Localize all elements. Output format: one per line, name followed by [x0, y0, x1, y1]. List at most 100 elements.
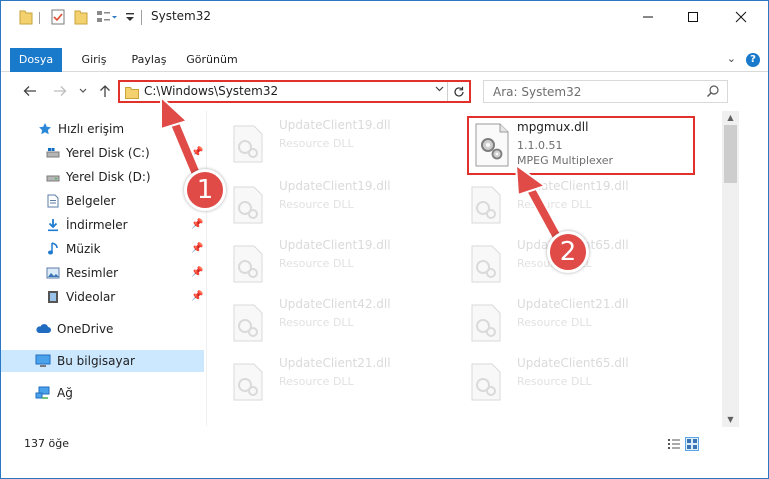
tab-share[interactable]: Paylaş	[123, 48, 175, 72]
file-name: mpgmux.dll	[517, 120, 589, 134]
view-options-icon[interactable]	[96, 9, 118, 27]
pane-divider[interactable]	[206, 111, 207, 426]
video-icon	[45, 289, 61, 305]
back-button[interactable]	[20, 81, 40, 101]
computer-icon	[35, 353, 51, 369]
minimize-icon	[643, 16, 653, 18]
sidebar-item-quick-access[interactable]: Hızlı erişim	[1, 118, 204, 140]
title-bar: System32	[1, 1, 768, 33]
dll-file-icon	[469, 245, 503, 286]
maximize-button[interactable]	[670, 1, 716, 33]
sidebar-item-local-disk-d[interactable]: Yerel Disk (D:)	[1, 166, 204, 188]
ribbon-tabs: Dosya Giriş Paylaş Görünüm ⌄ ?	[1, 48, 768, 72]
list-item[interactable]: UpdateClient19.dll Resource DLL	[221, 116, 451, 174]
folder-icon[interactable]	[19, 9, 33, 27]
new-folder-icon[interactable]	[74, 9, 88, 27]
sidebar-item-label: İndirmeler	[66, 218, 128, 232]
dll-file-icon	[231, 186, 265, 227]
sidebar-item-pictures[interactable]: Resimler 📌	[1, 262, 204, 284]
refresh-button[interactable]	[447, 82, 469, 101]
dll-file-icon	[231, 304, 265, 345]
explorer-window: System32 Dosya Giriş Paylaş Görünüm ⌄ ?	[0, 0, 769, 479]
highlighted-file-item[interactable]: mpgmux.dll 1.1.0.51 MPEG Multiplexer	[467, 116, 695, 175]
dll-file-icon	[469, 304, 503, 345]
sidebar-item-downloads[interactable]: İndirmeler 📌	[1, 214, 204, 236]
arrow-up-icon	[100, 85, 110, 97]
list-item[interactable]: UpdateClient42.dll Resource DLL	[221, 295, 451, 353]
step-2-badge: 2	[547, 231, 589, 273]
sidebar-item-local-disk-c[interactable]: Yerel Disk (C:) 📌	[1, 142, 204, 164]
tab-home[interactable]: Giriş	[71, 48, 117, 72]
scroll-up-icon[interactable]: ▲	[722, 111, 739, 125]
sidebar-item-label: Müzik	[66, 242, 101, 256]
scrollbar-thumb[interactable]	[724, 125, 737, 183]
dll-file-icon	[231, 125, 265, 166]
list-item[interactable]: UpdateClient19.dll Resource DLL	[221, 177, 451, 235]
pin-icon[interactable]: 📌	[191, 243, 203, 254]
forward-button[interactable]	[50, 81, 70, 101]
sidebar-item-documents[interactable]: Belgeler	[1, 190, 204, 212]
properties-icon[interactable]	[51, 9, 65, 27]
maximize-icon	[688, 12, 698, 22]
cloud-icon	[35, 321, 51, 337]
download-icon	[45, 217, 61, 233]
search-icon[interactable]	[706, 84, 720, 101]
toolbar-separator	[39, 12, 40, 24]
title-separator	[141, 10, 142, 25]
sidebar-item-label: Belgeler	[66, 194, 116, 208]
list-item[interactable]: UpdateClient19.dll Resource DLL	[221, 236, 451, 294]
chevron-down-icon[interactable]: ⌄	[727, 52, 736, 65]
tab-view[interactable]: Görünüm	[182, 48, 242, 72]
list-item[interactable]: UpdateClient65.dll Resource DLL	[459, 354, 689, 412]
sidebar-item-label: Videolar	[66, 290, 116, 304]
sidebar-item-label: Hızlı erişim	[58, 122, 125, 136]
address-bar[interactable]: C:\Windows\System32	[118, 80, 471, 103]
tiles-view-icon[interactable]	[685, 437, 699, 451]
tab-file[interactable]: Dosya	[10, 48, 62, 72]
list-item[interactable]: UpdateClient19.dll Resource DLL	[459, 177, 689, 235]
chevron-down-icon[interactable]	[435, 84, 444, 95]
sidebar-item-label: OneDrive	[57, 322, 114, 336]
pin-icon[interactable]: 📌	[191, 267, 203, 278]
help-icon[interactable]: ?	[746, 53, 760, 67]
documents-icon	[45, 193, 61, 209]
sidebar-item-label: Yerel Disk (D:)	[66, 170, 151, 184]
sidebar-item-label: Bu bilgisayar	[57, 354, 135, 368]
dll-file-icon	[469, 186, 503, 227]
search-input[interactable]	[484, 81, 699, 102]
sidebar-item-label: Yerel Disk (C:)	[66, 146, 150, 160]
sidebar-item-music[interactable]: Müzik 📌	[1, 238, 204, 260]
sidebar-item-network[interactable]: Ağ	[1, 382, 204, 404]
sidebar-item-videos[interactable]: Videolar 📌	[1, 286, 204, 308]
refresh-icon	[453, 86, 464, 97]
address-path[interactable]: C:\Windows\System32	[144, 84, 278, 98]
list-item[interactable]: UpdateClient21.dll Resource DLL	[221, 354, 451, 412]
file-description: MPEG Multiplexer	[517, 154, 614, 167]
close-button[interactable]	[718, 1, 764, 33]
drive-icon	[45, 169, 61, 185]
dll-file-icon	[474, 123, 510, 170]
up-button[interactable]	[95, 81, 115, 101]
details-view-icon[interactable]	[667, 437, 681, 451]
vertical-scrollbar[interactable]: ▲ ▼	[722, 111, 739, 427]
search-box[interactable]	[483, 80, 728, 103]
list-item[interactable]: UpdateClient21.dll Resource DLL	[459, 295, 689, 353]
dll-file-icon	[231, 245, 265, 286]
sidebar-item-this-pc[interactable]: Bu bilgisayar	[1, 350, 204, 372]
network-icon	[35, 385, 51, 401]
star-icon	[37, 121, 53, 137]
step-1-badge: 1	[184, 169, 226, 211]
folder-icon	[125, 86, 139, 102]
pin-icon[interactable]: 📌	[191, 219, 203, 230]
customize-toolbar-icon[interactable]	[125, 11, 135, 29]
pin-icon[interactable]: 📌	[191, 147, 203, 158]
sidebar-item-onedrive[interactable]: OneDrive	[1, 318, 204, 340]
item-count: 137 öğe	[24, 437, 69, 450]
minimize-button[interactable]	[625, 1, 671, 33]
dll-file-icon	[231, 363, 265, 404]
recent-locations-button[interactable]	[73, 81, 93, 101]
chevron-down-icon	[79, 88, 87, 93]
window-title: System32	[151, 9, 212, 23]
pin-icon[interactable]: 📌	[191, 291, 203, 302]
scroll-down-icon[interactable]: ▼	[722, 413, 739, 427]
